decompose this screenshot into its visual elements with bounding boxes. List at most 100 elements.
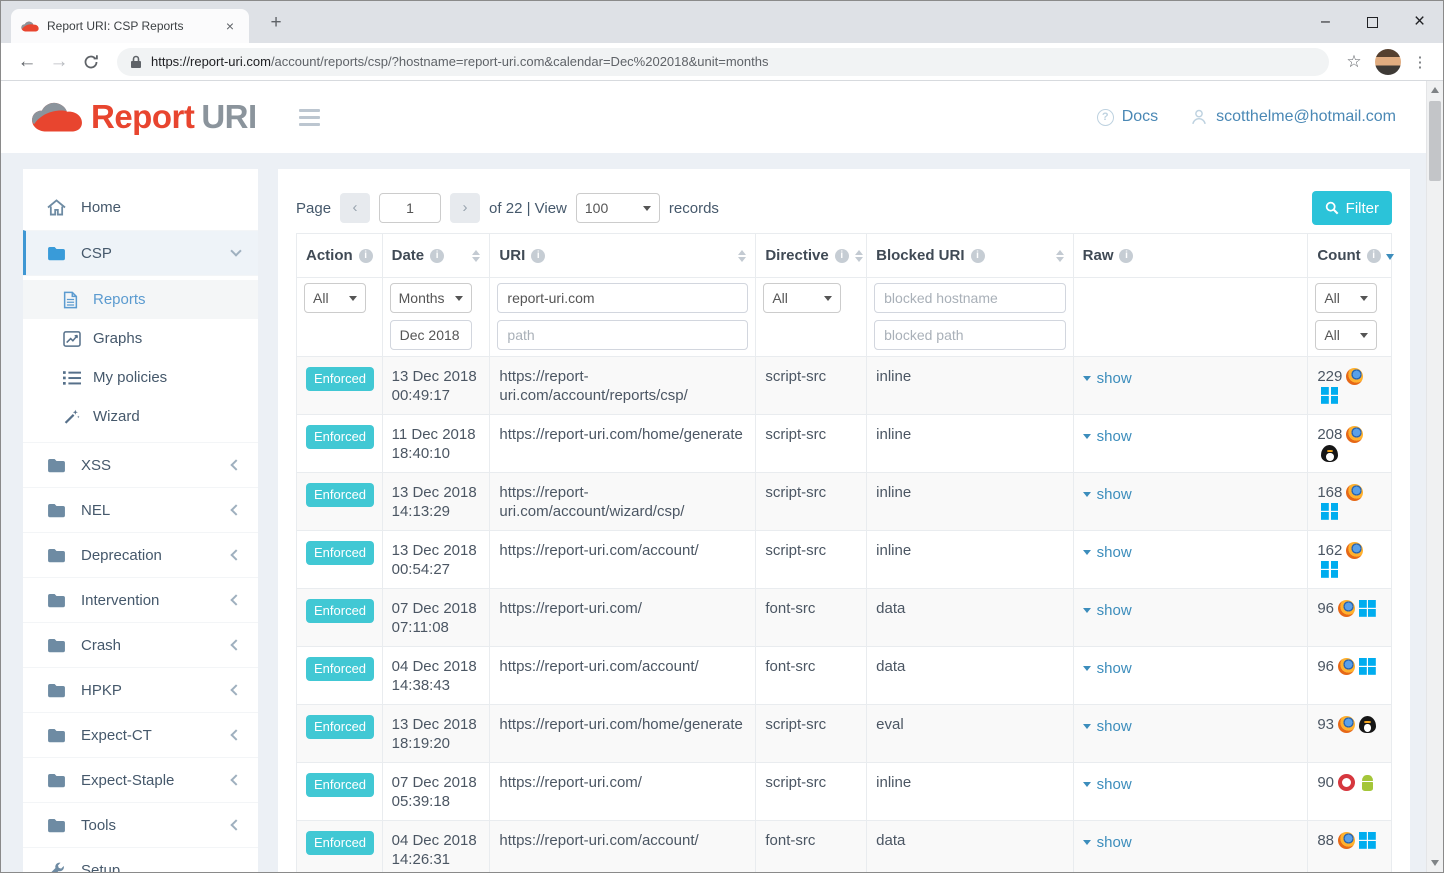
show-raw-link[interactable]: show xyxy=(1083,659,1132,678)
scrollbar-thumb[interactable] xyxy=(1429,101,1441,181)
records-label: records xyxy=(669,200,719,217)
cell-action: Enforced xyxy=(297,531,383,589)
column-header-blocked-uri[interactable]: Blocked URI xyxy=(867,234,1074,278)
browser-menu-icon[interactable] xyxy=(1407,53,1433,71)
new-tab-button[interactable] xyxy=(263,10,289,36)
sort-icon[interactable] xyxy=(466,250,480,262)
cell-blocked-uri: inline xyxy=(867,763,1074,821)
bookmark-star-icon[interactable] xyxy=(1339,52,1369,72)
show-raw-link[interactable]: show xyxy=(1083,369,1132,388)
sidebar-item-wizard[interactable]: Wizard xyxy=(23,397,258,436)
browser-tab[interactable]: Report URI: CSP Reports xyxy=(11,9,249,43)
filter-button[interactable]: Filter xyxy=(1312,191,1392,225)
sidebar-item-csp[interactable]: CSP xyxy=(23,230,258,275)
forward-button[interactable] xyxy=(43,46,75,78)
page-scrollbar[interactable] xyxy=(1426,81,1443,872)
window-close-button[interactable] xyxy=(1396,1,1443,43)
records-per-page-select[interactable]: 100 xyxy=(576,193,660,223)
sidebar-item-nel[interactable]: NEL xyxy=(23,487,258,532)
window-minimize-button[interactable] xyxy=(1302,1,1349,43)
info-icon[interactable] xyxy=(1367,249,1381,263)
sidebar-item-xss[interactable]: XSS xyxy=(23,442,258,487)
browser-tab-bar: Report URI: CSP Reports xyxy=(1,1,1443,43)
info-icon[interactable] xyxy=(1119,249,1133,263)
cell-raw: show xyxy=(1073,705,1308,763)
tab-title: Report URI: CSP Reports xyxy=(47,19,221,33)
column-header-date[interactable]: Date xyxy=(382,234,490,278)
sidebar-item-label: CSP xyxy=(81,245,112,262)
sort-desc-icon xyxy=(1386,254,1394,260)
sidebar-item-intervention[interactable]: Intervention xyxy=(23,577,258,622)
blocked-path-input[interactable] xyxy=(874,320,1066,350)
address-bar[interactable]: https://report-uri.com/account/reports/c… xyxy=(117,48,1329,76)
windows-icon xyxy=(1321,561,1338,578)
sidebar-item-my-policies[interactable]: My policies xyxy=(23,358,258,397)
back-button[interactable] xyxy=(11,46,43,78)
column-header-directive[interactable]: Directive xyxy=(756,234,867,278)
reload-button[interactable] xyxy=(75,46,107,78)
reports-table: Action Date URI Directive Blocked URI Ra… xyxy=(296,233,1392,872)
date-filter-cell: Months xyxy=(382,278,490,357)
cell-count: 96 xyxy=(1308,647,1392,705)
scroll-down-icon[interactable] xyxy=(1431,860,1439,866)
date-filter-input[interactable] xyxy=(390,320,472,350)
cell-count: 88 xyxy=(1308,821,1392,873)
column-header-raw: Raw xyxy=(1073,234,1308,278)
docs-link[interactable]: Docs xyxy=(1097,108,1158,126)
info-icon[interactable] xyxy=(971,249,985,263)
uri-hostname-input[interactable] xyxy=(497,283,748,313)
sidebar-item-hpkp[interactable]: HPKP xyxy=(23,667,258,712)
sidebar-item-expect-ct[interactable]: Expect-CT xyxy=(23,712,258,757)
cell-action: Enforced xyxy=(297,589,383,647)
firefox-icon xyxy=(1346,542,1363,559)
count-filter-select-1[interactable]: All xyxy=(1315,283,1377,313)
table-row: Enforced 07 Dec 201805:39:18 https://rep… xyxy=(297,763,1392,821)
sidebar-item-crash[interactable]: Crash xyxy=(23,622,258,667)
directive-filter-select[interactable]: All xyxy=(763,283,841,313)
count-filter-select-2[interactable]: All xyxy=(1315,320,1377,350)
sidebar-item-tools[interactable]: Tools xyxy=(23,802,258,847)
show-raw-link[interactable]: show xyxy=(1083,775,1132,794)
info-icon[interactable] xyxy=(430,249,444,263)
show-raw-link[interactable]: show xyxy=(1083,427,1132,446)
sidebar-item-expect-staple[interactable]: Expect-Staple xyxy=(23,757,258,802)
account-menu[interactable]: scotthelme@hotmail.com xyxy=(1190,108,1396,126)
uri-path-input[interactable] xyxy=(497,320,748,350)
show-raw-link[interactable]: show xyxy=(1083,543,1132,562)
cell-blocked-uri: inline xyxy=(867,531,1074,589)
sidebar-item-setup[interactable]: Setup xyxy=(23,847,258,872)
date-unit-select[interactable]: Months xyxy=(390,283,472,313)
info-icon[interactable] xyxy=(835,249,849,263)
sort-icon[interactable] xyxy=(1050,250,1064,262)
show-raw-link[interactable]: show xyxy=(1083,717,1132,736)
sort-icon[interactable] xyxy=(732,250,746,262)
info-icon[interactable] xyxy=(531,249,545,263)
next-page-button[interactable] xyxy=(450,193,480,223)
window-maximize-button[interactable] xyxy=(1349,1,1396,43)
profile-avatar[interactable] xyxy=(1375,49,1401,75)
report-uri-logo[interactable]: ReportURI xyxy=(31,98,257,136)
show-raw-link[interactable]: show xyxy=(1083,601,1132,620)
column-header-count[interactable]: Count xyxy=(1308,234,1392,278)
sidebar-item-deprecation[interactable]: Deprecation xyxy=(23,532,258,577)
sidebar-toggle-icon[interactable] xyxy=(299,109,320,126)
column-header-uri[interactable]: URI xyxy=(490,234,756,278)
file-icon xyxy=(63,291,82,309)
action-filter-select[interactable]: All xyxy=(304,283,366,313)
tab-close-icon[interactable] xyxy=(221,17,239,35)
info-icon[interactable] xyxy=(359,249,373,263)
sidebar-item-home[interactable]: Home xyxy=(23,185,258,230)
page-number-input[interactable] xyxy=(379,193,441,223)
prev-page-button[interactable] xyxy=(340,193,370,223)
sidebar-item-label: Reports xyxy=(93,291,146,308)
sidebar-item-reports[interactable]: Reports xyxy=(23,280,258,319)
blocked-hostname-input[interactable] xyxy=(874,283,1066,313)
show-raw-link[interactable]: show xyxy=(1083,485,1132,504)
sidebar-item-graphs[interactable]: Graphs xyxy=(23,319,258,358)
sort-icon[interactable] xyxy=(849,250,863,262)
firefox-icon xyxy=(1338,600,1355,617)
chart-icon xyxy=(63,331,82,347)
cell-action: Enforced xyxy=(297,473,383,531)
scroll-up-icon[interactable] xyxy=(1431,87,1439,93)
show-raw-link[interactable]: show xyxy=(1083,833,1132,852)
